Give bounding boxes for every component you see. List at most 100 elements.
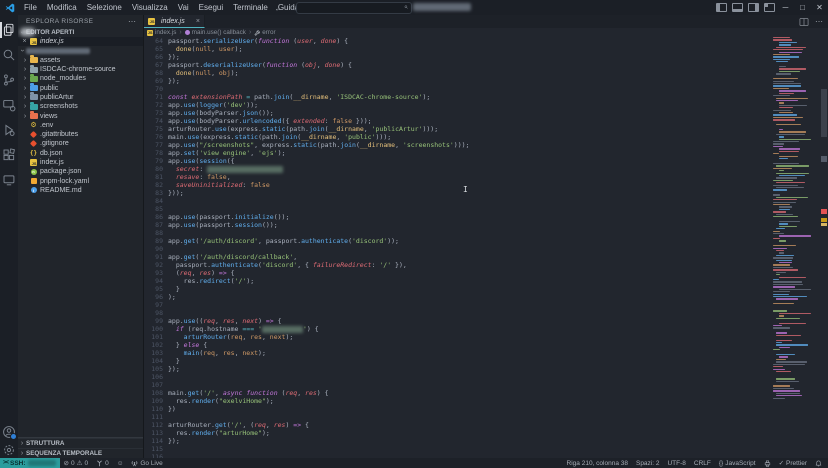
- open-editor-item[interactable]: × JS index.js: [18, 37, 143, 46]
- tree-item-readme-md[interactable]: iREADME.md: [18, 186, 143, 195]
- menu-esegui[interactable]: Esegui: [194, 0, 228, 15]
- activity-run-debug-icon[interactable]: [0, 120, 18, 140]
- activity-remote-icon[interactable]: [0, 95, 18, 115]
- breadcrumb: JSindex.js›main.use() callback›error: [147, 28, 828, 37]
- tree-item-publicartur[interactable]: ›publicArtur: [18, 93, 143, 102]
- code-text: main.use(express.static(path.join(__dirn…: [163, 133, 391, 141]
- code-editor[interactable]: 64passport.serializeUser(function (user,…: [143, 37, 773, 458]
- minimap[interactable]: [773, 37, 814, 458]
- feedback-smiley[interactable]: ☺: [113, 458, 128, 468]
- toggle-secondary-sidebar-icon[interactable]: [748, 3, 759, 12]
- minimap-line: [773, 385, 790, 386]
- code-line: 88: [143, 229, 773, 237]
- eol-sequence[interactable]: CRLF: [690, 458, 715, 468]
- minimize-button[interactable]: ─: [777, 0, 794, 15]
- redacted-workspace-name: [26, 48, 90, 54]
- remote-indicator[interactable]: >< SSH:: [0, 458, 60, 468]
- line-number: 69: [143, 77, 163, 85]
- back-arrow-icon[interactable]: ←: [274, 3, 283, 13]
- ports-indicator[interactable]: 0: [92, 458, 113, 468]
- history-nav: ← →: [274, 0, 298, 15]
- tree-item-package-json[interactable]: npackage.json: [18, 167, 143, 176]
- close-icon[interactable]: ×: [20, 38, 29, 45]
- tree-item-public[interactable]: ›public: [18, 83, 143, 92]
- tree-item-label: index.js: [40, 159, 64, 166]
- prettier-indicator[interactable]: ✓ Prettier: [775, 458, 811, 468]
- breadcrumb-item[interactable]: error: [254, 29, 275, 36]
- code-text: [163, 381, 168, 389]
- cursor-position[interactable]: Riga 210, colonna 38: [563, 458, 632, 468]
- indentation[interactable]: Spazi: 2: [632, 458, 664, 468]
- menu-visualizza[interactable]: Visualizza: [127, 0, 173, 15]
- tree-item--env[interactable]: ⚙.env: [18, 121, 143, 130]
- menu-terminale[interactable]: Terminale: [228, 0, 273, 15]
- tree-item-isdcac-chrome-source[interactable]: ›ISDCAC-chrome-source: [18, 65, 143, 74]
- remote-icon: ><: [3, 460, 8, 466]
- language-mode[interactable]: {} JavaScript: [715, 458, 760, 468]
- notifications-button[interactable]: [811, 458, 828, 468]
- tree-item-pnpm-lock-yaml[interactable]: pnpm-lock.yaml: [18, 176, 143, 185]
- minimap-line: [773, 194, 780, 195]
- activity-source-control-icon[interactable]: [0, 70, 18, 90]
- activity-settings-icon[interactable]: [0, 440, 18, 460]
- problems-indicator[interactable]: ⊘ 0 ⚠ 0: [60, 458, 93, 468]
- activity-remote-explorer-icon[interactable]: [0, 170, 18, 190]
- toggle-sidebar-icon[interactable]: [716, 3, 727, 12]
- minimap-line: [779, 289, 811, 290]
- go-live-button[interactable]: Go Live: [127, 458, 166, 468]
- outline-section[interactable]: › STRUTTURA: [18, 438, 143, 448]
- maximize-button[interactable]: □: [794, 0, 811, 15]
- breadcrumb-item[interactable]: JSindex.js: [147, 29, 176, 36]
- code-line: 71const extensionPath = path.join(__dirn…: [143, 93, 773, 101]
- code-text: saveUninitialized: false: [163, 181, 270, 189]
- minimap-line: [773, 388, 794, 389]
- tree-item--gitignore[interactable]: .gitignore: [18, 139, 143, 148]
- activity-account-icon[interactable]: [0, 422, 18, 442]
- encoding[interactable]: UTF-8: [663, 458, 689, 468]
- menu-modifica[interactable]: Modifica: [42, 0, 82, 15]
- close-button[interactable]: ✕: [811, 0, 828, 15]
- close-icon[interactable]: ×: [196, 18, 200, 25]
- tree-item-index-js[interactable]: JSindex.js: [18, 158, 143, 167]
- line-number: 85: [143, 205, 163, 213]
- activity-explorer-icon[interactable]: [0, 20, 18, 40]
- scrollbar-thumb[interactable]: [821, 89, 827, 137]
- code-line: 106: [143, 373, 773, 381]
- tree-item-screenshots[interactable]: ›screenshots: [18, 102, 143, 111]
- command-center-search[interactable]: ⌕: [296, 2, 412, 14]
- line-number: 107: [143, 381, 163, 389]
- timeline-section[interactable]: › SEQUENZA TEMPORALE: [18, 448, 143, 458]
- workspace-root[interactable]: ›: [18, 46, 143, 55]
- redacted-window-title: [413, 3, 471, 11]
- tree-item-db-json[interactable]: {}db.json: [18, 149, 143, 158]
- tree-item-assets[interactable]: ›assets: [18, 56, 143, 65]
- line-number: 68: [143, 69, 163, 77]
- tab-indexjs[interactable]: JS index.js ×: [143, 15, 205, 28]
- minimap-line: [773, 366, 783, 367]
- git-icon: [30, 140, 37, 147]
- scrollbar[interactable]: [814, 37, 828, 458]
- line-number: 80: [143, 165, 163, 173]
- more-actions-icon[interactable]: ⋯: [128, 17, 137, 26]
- menu-selezione[interactable]: Selezione: [82, 0, 127, 15]
- menu-vai[interactable]: Vai: [173, 0, 194, 15]
- print-button[interactable]: [760, 458, 775, 468]
- minimap-line: [776, 393, 800, 394]
- activity-search-icon[interactable]: [0, 45, 18, 65]
- tree-item--gitattributes[interactable]: .gitattributes: [18, 130, 143, 139]
- minimap-line: [773, 364, 805, 365]
- open-editors-section[interactable]: › EDITOR APERTI: [18, 28, 143, 37]
- minimap-line: [773, 168, 792, 169]
- minimap-line: [773, 163, 799, 164]
- customize-layout-icon[interactable]: [764, 3, 775, 12]
- activity-extensions-icon[interactable]: [0, 145, 18, 165]
- more-actions-icon[interactable]: ⋯: [815, 17, 824, 26]
- tree-item-views[interactable]: ›views: [18, 111, 143, 120]
- breadcrumb-item[interactable]: main.use() callback: [185, 29, 246, 36]
- menu-file[interactable]: File: [19, 0, 42, 15]
- toggle-panel-icon[interactable]: [732, 3, 743, 12]
- code-text: app.use(bodyParser.urlencoded({ extended…: [163, 117, 372, 125]
- code-text: [163, 197, 168, 205]
- split-editor-icon[interactable]: [799, 17, 809, 27]
- tree-item-node-modules[interactable]: ›node_modules: [18, 74, 143, 83]
